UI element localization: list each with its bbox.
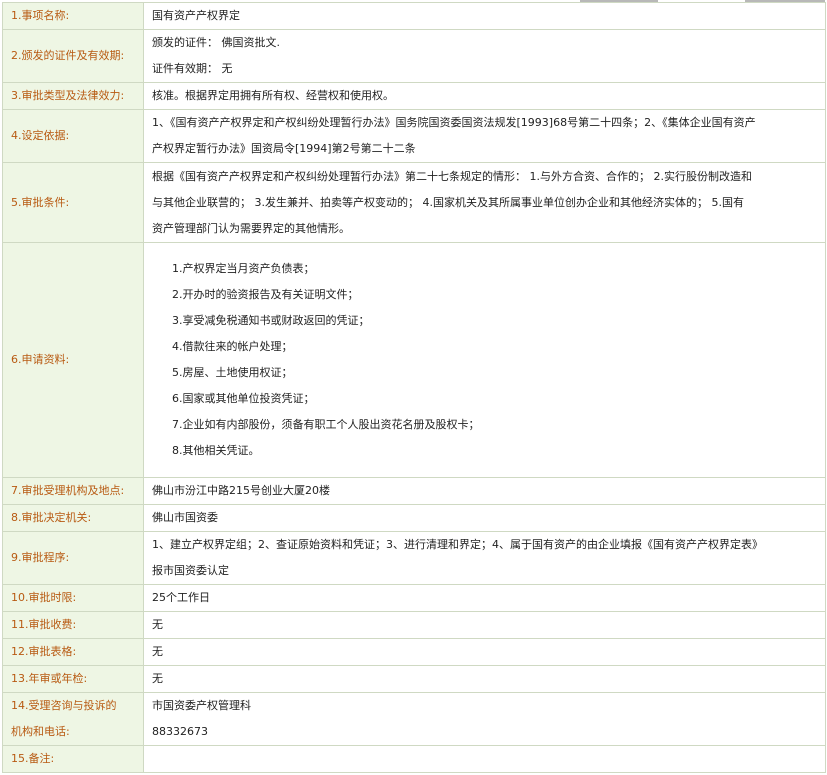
row-value: 佛山市国资委 [143, 504, 826, 532]
row-value: 25个工作日 [143, 584, 826, 612]
value-line: 1、《国有资产产权界定和产权纠纷处理暂行办法》国务院国资委国资法规发[1993]… [152, 116, 756, 129]
table-row: 15.备注: [2, 745, 826, 773]
value-line: 无 [152, 618, 163, 631]
table-row: 1.事项名称: 国有资产产权界定 [2, 2, 826, 30]
table-row: 14.受理咨询与投诉的 机构和电话: 市国资委产权管理科 88332673 [2, 692, 826, 746]
row-value: 无 [143, 611, 826, 639]
row-label: 5.审批条件: [2, 162, 144, 243]
row-value: 根据《国有资产产权界定和产权纠纷处理暂行办法》第二十七条规定的情形： 1.与外方… [143, 162, 826, 243]
value-line: 市国资委产权管理科 [152, 699, 251, 712]
list-item: 4.借款往来的帐户处理； [172, 340, 293, 353]
row-label-line: 机构和电话: [11, 725, 70, 738]
row-label: 7.审批受理机构及地点: [2, 477, 144, 505]
value-line: 报市国资委认定 [152, 564, 229, 577]
application-materials-list: 1.产权界定当月资产负债表； 2.开办时的验资报告及有关证明文件； 3.享受减免… [143, 242, 826, 478]
row-value: 市国资委产权管理科 88332673 [143, 692, 826, 746]
row-label: 12.审批表格: [2, 638, 144, 666]
value-line: 产权界定暂行办法》国资局令[1994]第2号第二十二条 [152, 142, 416, 155]
list-item: 8.其他相关凭证。 [172, 444, 260, 457]
row-value: 核准。根据界定用拥有所有权、经营权和使用权。 [143, 82, 826, 110]
row-label: 15.备注: [2, 745, 144, 773]
value-line: 1、建立产权界定组；2、查证原始资料和凭证；3、进行清理和界定；4、属于国有资产… [152, 538, 763, 551]
list-item: 7.企业如有内部股份，须备有职工个人股出资花名册及股权卡； [172, 418, 480, 431]
row-label: 4.设定依据: [2, 109, 144, 163]
row-label: 14.受理咨询与投诉的 机构和电话: [2, 692, 144, 746]
table-row: 6.申请资料: 1.产权界定当月资产负债表； 2.开办时的验资报告及有关证明文件… [2, 242, 826, 478]
value-line: 颁发的证件： 佛国资批文. [152, 36, 280, 49]
table-row: 12.审批表格: 无 [2, 638, 826, 666]
list-item: 1.产权界定当月资产负债表； [172, 262, 315, 275]
row-value: 无 [143, 638, 826, 666]
value-line: 无 [152, 645, 163, 658]
list-item: 2.开办时的验资报告及有关证明文件； [172, 288, 359, 301]
row-label: 10.审批时限: [2, 584, 144, 612]
table-row: 2.颁发的证件及有效期: 颁发的证件： 佛国资批文. 证件有效期： 无 [2, 29, 826, 83]
row-value: 国有资产产权界定 [143, 2, 826, 30]
table-row: 9.审批程序: 1、建立产权界定组；2、查证原始资料和凭证；3、进行清理和界定；… [2, 531, 826, 585]
row-value: 颁发的证件： 佛国资批文. 证件有效期： 无 [143, 29, 826, 83]
table-row: 7.审批受理机构及地点: 佛山市汾江中路215号创业大厦20楼 [2, 477, 826, 505]
table-row: 5.审批条件: 根据《国有资产产权界定和产权纠纷处理暂行办法》第二十七条规定的情… [2, 162, 826, 243]
value-line: 与其他企业联营的； 3.发生兼并、拍卖等产权变动的； 4.国家机关及其所属事业单… [152, 195, 744, 209]
table-row: 8.审批决定机关: 佛山市国资委 [2, 504, 826, 532]
row-label-line: 14.受理咨询与投诉的 [11, 699, 117, 712]
row-label: 6.申请资料: [2, 242, 144, 478]
value-line: 佛山市汾江中路215号创业大厦20楼 [152, 484, 330, 497]
table-row: 10.审批时限: 25个工作日 [2, 584, 826, 612]
value-line: 88332673 [152, 725, 208, 738]
row-value: 无 [143, 665, 826, 693]
row-label: 13.年审或年检: [2, 665, 144, 693]
value-line: 25个工作日 [152, 591, 210, 604]
row-value [143, 745, 826, 773]
value-line: 核准。根据界定用拥有所有权、经营权和使用权。 [152, 89, 394, 102]
table-row: 4.设定依据: 1、《国有资产产权界定和产权纠纷处理暂行办法》国务院国资委国资法… [2, 109, 826, 163]
row-label: 9.审批程序: [2, 531, 144, 585]
value-line: 国有资产产权界定 [152, 9, 240, 22]
value-line: 资产管理部门认为需要界定的其他情形。 [152, 221, 350, 235]
row-label: 11.审批收费: [2, 611, 144, 639]
value-line: 无 [152, 672, 163, 685]
row-label: 3.审批类型及法律效力: [2, 82, 144, 110]
approval-info-table: 1.事项名称: 国有资产产权界定 2.颁发的证件及有效期: 颁发的证件： 佛国资… [2, 2, 826, 773]
row-label: 1.事项名称: [2, 2, 144, 30]
table-row: 11.审批收费: 无 [2, 611, 826, 639]
row-value: 1、建立产权界定组；2、查证原始资料和凭证；3、进行清理和界定；4、属于国有资产… [143, 531, 826, 585]
list-item: 5.房屋、土地使用权证； [172, 366, 293, 379]
row-label: 8.审批决定机关: [2, 504, 144, 532]
list-item: 3.享受减免税通知书或财政返回的凭证； [172, 314, 370, 327]
table-row: 13.年审或年检: 无 [2, 665, 826, 693]
list-item: 6.国家或其他单位投资凭证； [172, 392, 315, 405]
row-value: 佛山市汾江中路215号创业大厦20楼 [143, 477, 826, 505]
row-label: 2.颁发的证件及有效期: [2, 29, 144, 83]
row-value: 1、《国有资产产权界定和产权纠纷处理暂行办法》国务院国资委国资法规发[1993]… [143, 109, 826, 163]
value-line: 根据《国有资产产权界定和产权纠纷处理暂行办法》第二十七条规定的情形： 1.与外方… [152, 169, 752, 183]
value-line: 证件有效期： 无 [152, 62, 233, 75]
table-row: 3.审批类型及法律效力: 核准。根据界定用拥有所有权、经营权和使用权。 [2, 82, 826, 110]
value-line: 佛山市国资委 [152, 511, 218, 524]
